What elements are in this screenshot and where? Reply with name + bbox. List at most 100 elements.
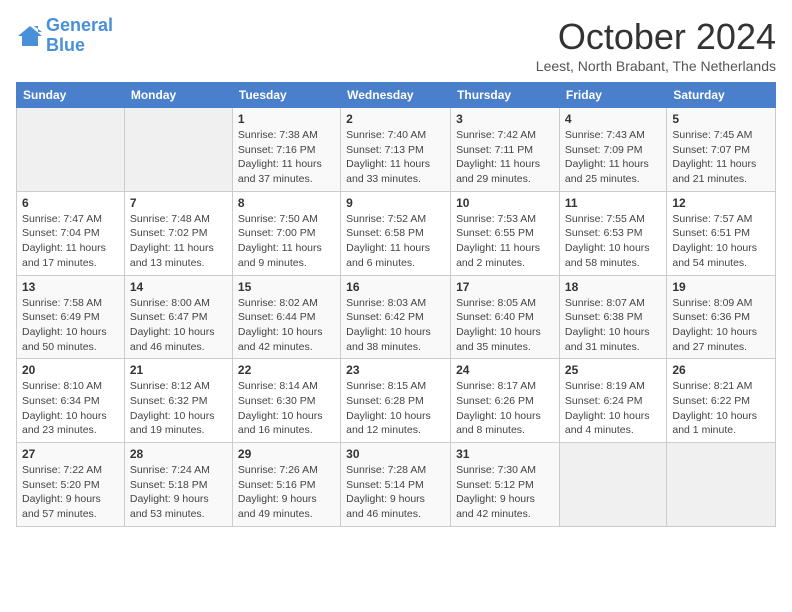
col-monday: Monday [124,83,232,108]
location: Leest, North Brabant, The Netherlands [536,58,776,74]
calendar-cell: 12 Sunrise: 7:57 AMSunset: 6:51 PMDayligh… [667,191,776,275]
calendar-cell: 31 Sunrise: 7:30 AMSunset: 5:12 PMDayligh… [451,443,560,527]
day-info: Sunrise: 7:43 AMSunset: 7:09 PMDaylight:… [565,128,661,187]
day-number: 28 [130,447,227,461]
header-row: Sunday Monday Tuesday Wednesday Thursday… [17,83,776,108]
day-info: Sunrise: 7:28 AMSunset: 5:14 PMDaylight:… [346,463,445,522]
col-tuesday: Tuesday [232,83,340,108]
day-info: Sunrise: 7:52 AMSunset: 6:58 PMDaylight:… [346,212,445,271]
day-info: Sunrise: 8:09 AMSunset: 6:36 PMDaylight:… [672,296,770,355]
day-info: Sunrise: 7:47 AMSunset: 7:04 PMDaylight:… [22,212,119,271]
calendar-cell: 7 Sunrise: 7:48 AMSunset: 7:02 PMDaylight… [124,191,232,275]
day-info: Sunrise: 7:50 AMSunset: 7:00 PMDaylight:… [238,212,335,271]
day-number: 10 [456,196,554,210]
calendar-cell: 17Sunrise: 8:05 AMSunset: 6:40 PMDayligh… [451,275,560,359]
day-info: Sunrise: 7:48 AMSunset: 7:02 PMDaylight:… [130,212,227,271]
calendar-cell [667,443,776,527]
calendar-cell: 4 Sunrise: 7:43 AMSunset: 7:09 PMDaylight… [559,108,666,192]
day-number: 30 [346,447,445,461]
calendar-cell: 21 Sunrise: 8:12 AMSunset: 6:32 PMDayligh… [124,359,232,443]
day-number: 12 [672,196,770,210]
col-saturday: Saturday [667,83,776,108]
calendar-cell: 26 Sunrise: 8:21 AMSunset: 6:22 PMDayligh… [667,359,776,443]
title-block: October 2024 Leest, North Brabant, The N… [536,16,776,74]
calendar-cell: 18Sunrise: 8:07 AMSunset: 6:38 PMDayligh… [559,275,666,359]
calendar-table: Sunday Monday Tuesday Wednesday Thursday… [16,82,776,527]
day-number: 11 [565,196,661,210]
calendar-cell: 27 Sunrise: 7:22 AMSunset: 5:20 PMDayligh… [17,443,125,527]
calendar-cell: 3Sunrise: 7:42 AMSunset: 7:11 PMDaylight… [451,108,560,192]
day-number: 24 [456,363,554,377]
calendar-header: Sunday Monday Tuesday Wednesday Thursday… [17,83,776,108]
col-sunday: Sunday [17,83,125,108]
day-info: Sunrise: 8:15 AMSunset: 6:28 PMDaylight:… [346,379,445,438]
col-wednesday: Wednesday [341,83,451,108]
day-number: 26 [672,363,770,377]
day-number: 22 [238,363,335,377]
calendar-row-5: 27 Sunrise: 7:22 AMSunset: 5:20 PMDayligh… [17,443,776,527]
day-number: 21 [130,363,227,377]
day-info: Sunrise: 7:58 AMSunset: 6:49 PMDaylight:… [22,296,119,355]
day-info: Sunrise: 8:07 AMSunset: 6:38 PMDaylight:… [565,296,661,355]
day-info: Sunrise: 8:14 AMSunset: 6:30 PMDaylight:… [238,379,335,438]
day-number: 31 [456,447,554,461]
calendar-cell: 16Sunrise: 8:03 AMSunset: 6:42 PMDayligh… [341,275,451,359]
day-info: Sunrise: 7:26 AMSunset: 5:16 PMDaylight:… [238,463,335,522]
day-number: 4 [565,112,661,126]
month-title: October 2024 [536,16,776,58]
day-number: 8 [238,196,335,210]
page-header: General Blue October 2024 Leest, North B… [16,16,776,74]
calendar-cell: 14Sunrise: 8:00 AMSunset: 6:47 PMDayligh… [124,275,232,359]
day-info: Sunrise: 7:22 AMSunset: 5:20 PMDaylight:… [22,463,119,522]
day-number: 5 [672,112,770,126]
calendar-cell [124,108,232,192]
calendar-cell: 15 Sunrise: 8:02 AMSunset: 6:44 PMDayligh… [232,275,340,359]
calendar-cell: 5Sunrise: 7:45 AMSunset: 7:07 PMDaylight… [667,108,776,192]
calendar-cell: 8 Sunrise: 7:50 AMSunset: 7:00 PMDaylight… [232,191,340,275]
day-info: Sunrise: 8:21 AMSunset: 6:22 PMDaylight:… [672,379,770,438]
col-thursday: Thursday [451,83,560,108]
day-number: 13 [22,280,119,294]
day-number: 29 [238,447,335,461]
calendar-cell: 11 Sunrise: 7:55 AMSunset: 6:53 PMDayligh… [559,191,666,275]
logo: General Blue [16,16,113,56]
calendar-cell: 20Sunrise: 8:10 AMSunset: 6:34 PMDayligh… [17,359,125,443]
day-info: Sunrise: 7:57 AMSunset: 6:51 PMDaylight:… [672,212,770,271]
calendar-cell [17,108,125,192]
day-info: Sunrise: 8:02 AMSunset: 6:44 PMDaylight:… [238,296,335,355]
calendar-row-2: 6Sunrise: 7:47 AMSunset: 7:04 PMDaylight… [17,191,776,275]
calendar-row-4: 20Sunrise: 8:10 AMSunset: 6:34 PMDayligh… [17,359,776,443]
calendar-cell: 2 Sunrise: 7:40 AMSunset: 7:13 PMDaylight… [341,108,451,192]
calendar-cell: 23Sunrise: 8:15 AMSunset: 6:28 PMDayligh… [341,359,451,443]
calendar-cell [559,443,666,527]
day-number: 25 [565,363,661,377]
day-number: 19 [672,280,770,294]
logo-icon [16,22,44,50]
calendar-cell: 28 Sunrise: 7:24 AMSunset: 5:18 PMDayligh… [124,443,232,527]
day-info: Sunrise: 7:40 AMSunset: 7:13 PMDaylight:… [346,128,445,187]
calendar-cell: 6Sunrise: 7:47 AMSunset: 7:04 PMDaylight… [17,191,125,275]
calendar-cell: 19 Sunrise: 8:09 AMSunset: 6:36 PMDayligh… [667,275,776,359]
day-number: 2 [346,112,445,126]
day-info: Sunrise: 8:17 AMSunset: 6:26 PMDaylight:… [456,379,554,438]
day-number: 15 [238,280,335,294]
day-number: 7 [130,196,227,210]
day-info: Sunrise: 7:24 AMSunset: 5:18 PMDaylight:… [130,463,227,522]
day-info: Sunrise: 7:55 AMSunset: 6:53 PMDaylight:… [565,212,661,271]
calendar-cell: 24 Sunrise: 8:17 AMSunset: 6:26 PMDayligh… [451,359,560,443]
day-info: Sunrise: 8:03 AMSunset: 6:42 PMDaylight:… [346,296,445,355]
day-info: Sunrise: 8:05 AMSunset: 6:40 PMDaylight:… [456,296,554,355]
calendar-cell: 1Sunrise: 7:38 AMSunset: 7:16 PMDaylight… [232,108,340,192]
day-info: Sunrise: 8:12 AMSunset: 6:32 PMDaylight:… [130,379,227,438]
col-friday: Friday [559,83,666,108]
calendar-cell: 30 Sunrise: 7:28 AMSunset: 5:14 PMDayligh… [341,443,451,527]
day-info: Sunrise: 7:53 AMSunset: 6:55 PMDaylight:… [456,212,554,271]
calendar-cell: 9Sunrise: 7:52 AMSunset: 6:58 PMDaylight… [341,191,451,275]
calendar-row-3: 13 Sunrise: 7:58 AMSunset: 6:49 PMDayligh… [17,275,776,359]
day-number: 3 [456,112,554,126]
day-number: 20 [22,363,119,377]
day-info: Sunrise: 7:30 AMSunset: 5:12 PMDaylight:… [456,463,554,522]
calendar-body: 1Sunrise: 7:38 AMSunset: 7:16 PMDaylight… [17,108,776,527]
day-number: 27 [22,447,119,461]
calendar-cell: 29 Sunrise: 7:26 AMSunset: 5:16 PMDayligh… [232,443,340,527]
